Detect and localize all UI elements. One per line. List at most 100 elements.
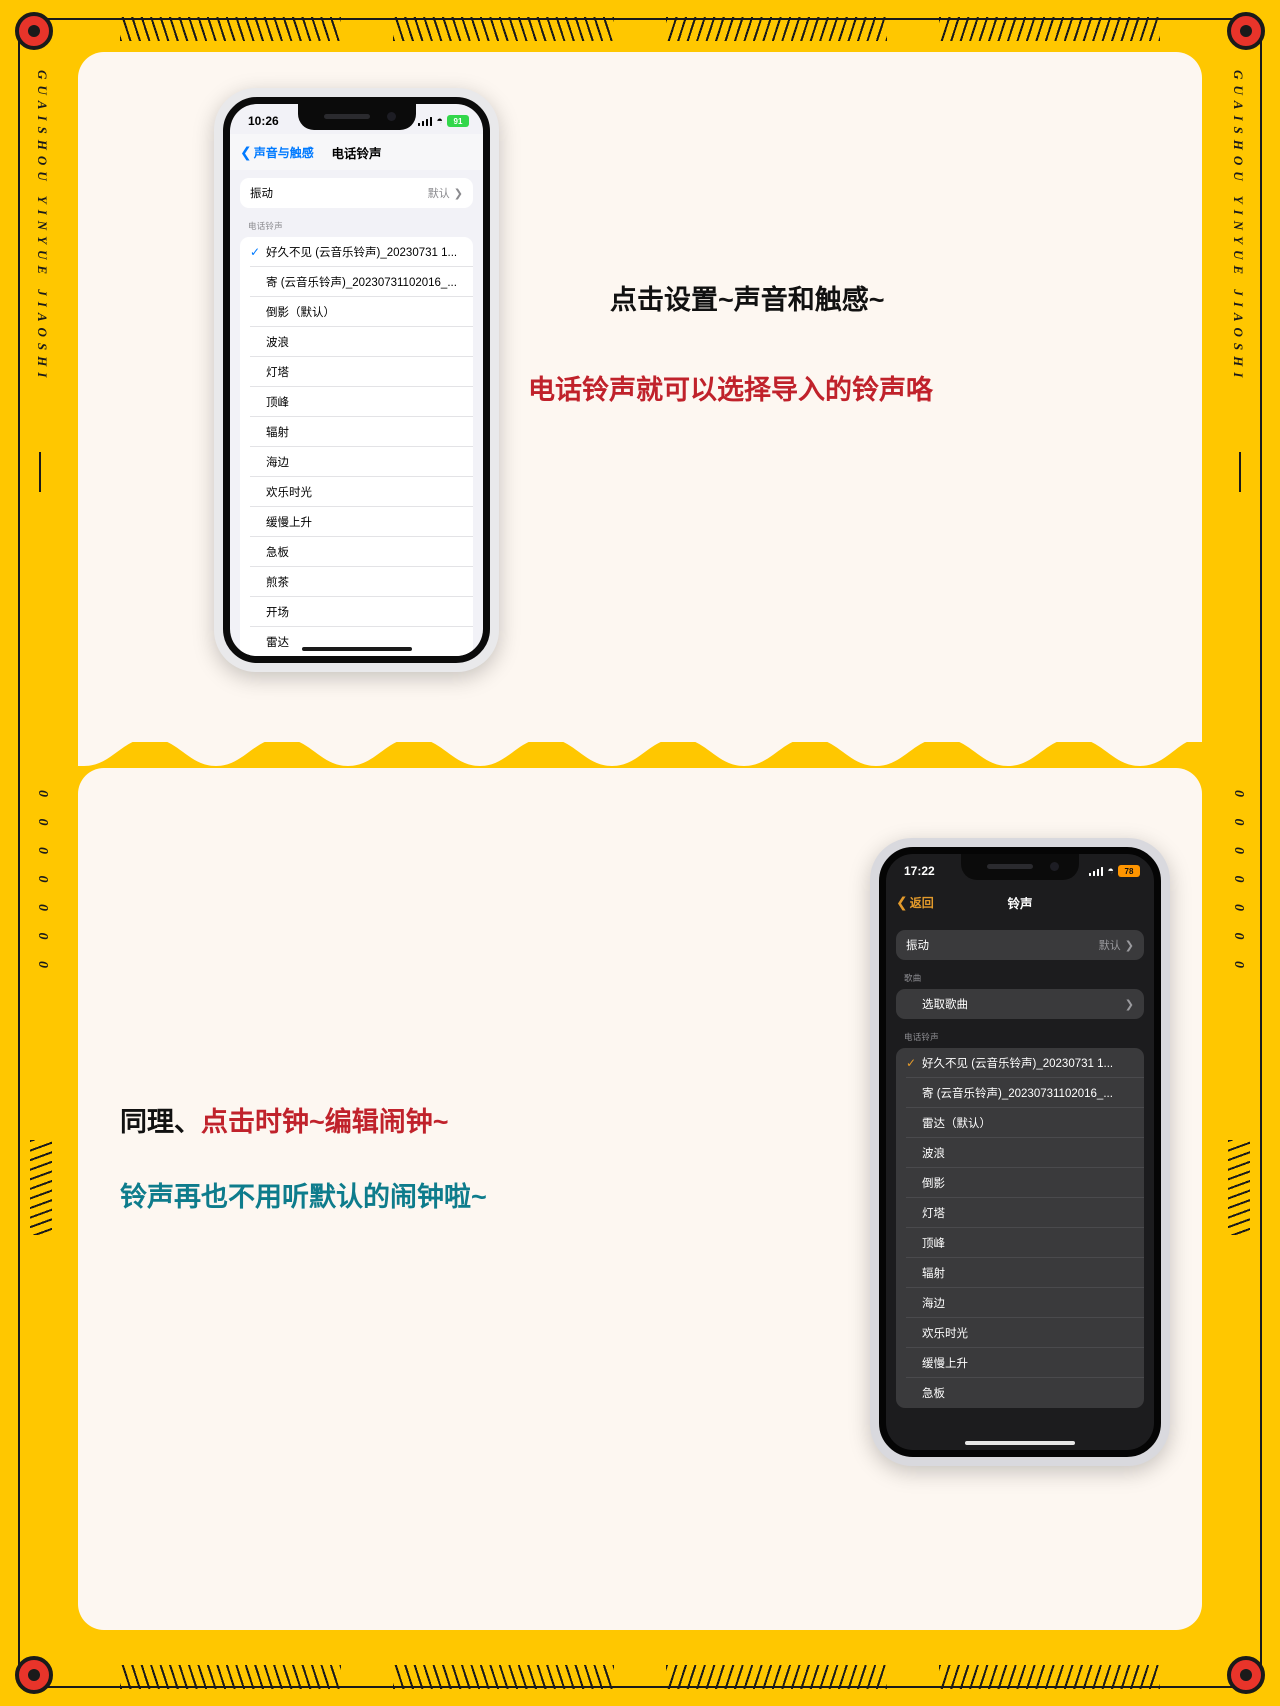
back-button-label: 返回 — [909, 895, 934, 910]
ringtone-row[interactable]: 急板 — [240, 537, 473, 567]
ringtone-name: 寄 (云音乐铃声)_20230731102016_... — [266, 277, 457, 289]
ringtone-row[interactable]: ✓ 好久不见 (云音乐铃声)_20230731 1... — [240, 237, 473, 267]
ringtone-row[interactable]: 辐射 — [896, 1258, 1144, 1288]
ringtone-name: 雷达（默认） — [922, 1118, 991, 1130]
phone-bezel: 17:22 ◓ 78 ❮ 返回 铃声 振动 默认 ❯ 歌曲 选取歌曲 ❯ 电话铃… — [879, 847, 1161, 1457]
vibration-label: 振动 — [250, 188, 273, 200]
ringtone-name: 好久不见 (云音乐铃声)_20230731 1... — [922, 1058, 1114, 1070]
ringtone-row[interactable]: 海边 — [240, 447, 473, 477]
vibration-group: 振动 默认 ❯ — [896, 930, 1144, 960]
ringtone-name: 缓慢上升 — [266, 517, 312, 529]
chevron-right-icon: ❯ — [1124, 939, 1134, 952]
ringtone-name: 灯塔 — [266, 367, 289, 379]
ringtone-row[interactable]: 海边 — [896, 1288, 1144, 1318]
ringtone-name: 倒影（默认） — [266, 307, 335, 319]
nav-bar: ❮ 声音与触感 电话铃声 — [230, 134, 483, 170]
ringtone-name: 寄 (云音乐铃声)_20230731102016_... — [922, 1088, 1113, 1100]
ringtone-row[interactable]: 灯塔 — [896, 1198, 1144, 1228]
ringtone-row[interactable]: ✓ 好久不见 (云音乐铃声)_20230731 1... — [896, 1048, 1144, 1078]
front-camera-icon — [1050, 862, 1059, 871]
side-zeros-right: 0 0 0 0 0 0 0 — [1231, 790, 1246, 977]
back-button[interactable]: ❮ 返回 — [896, 894, 934, 911]
back-button[interactable]: ❮ 声音与触感 — [240, 144, 314, 161]
corner-dot-bottom-right — [1227, 1656, 1265, 1694]
ringtone-name: 急板 — [266, 547, 289, 559]
phone-mockup-settings-ringtone: 10:26 ◓ 91 ❮ 声音与触感 电话铃声 振动 默认 ❯ 电话铃声 ✓ 好… — [214, 88, 499, 672]
ringtone-row[interactable]: 雷达 — [240, 627, 473, 656]
ringtone-name: 欢乐时光 — [266, 487, 312, 499]
chevron-left-icon: ❮ — [240, 144, 252, 160]
ringtone-name: 辐射 — [266, 427, 289, 439]
ringtone-name: 倒影 — [922, 1178, 945, 1190]
ringtone-name: 雷达 — [266, 637, 289, 649]
ringtone-name: 波浪 — [922, 1148, 945, 1160]
ringtone-name: 好久不见 (云音乐铃声)_20230731 1... — [266, 247, 458, 259]
side-hatch-left — [30, 1140, 52, 1235]
phone-mockup-alarm-ringtone: 17:22 ◓ 78 ❮ 返回 铃声 振动 默认 ❯ 歌曲 选取歌曲 ❯ 电话铃… — [870, 838, 1170, 1466]
notch — [297, 104, 416, 130]
ringtone-row[interactable]: 顶峰 — [896, 1228, 1144, 1258]
vibration-value: 默认 — [427, 188, 450, 200]
ringtone-name: 急板 — [922, 1388, 945, 1400]
song-picker-group: 选取歌曲 ❯ — [896, 989, 1144, 1019]
ringtone-row[interactable]: 倒影（默认） — [240, 297, 473, 327]
ringtone-row[interactable]: 顶峰 — [240, 387, 473, 417]
top-hatch-strip — [120, 16, 1160, 42]
ringtone-row[interactable]: 波浪 — [240, 327, 473, 357]
pick-song-row[interactable]: 选取歌曲 ❯ — [896, 989, 1144, 1019]
ringtone-row[interactable]: 倒影 — [896, 1168, 1144, 1198]
chevron-left-icon: ❮ — [896, 894, 908, 910]
ringtone-row[interactable]: 雷达（默认） — [896, 1108, 1144, 1138]
settings-list: 振动 默认 ❯ 歌曲 选取歌曲 ❯ 电话铃声 ✓ 好久不见 (云音乐铃声)_20… — [886, 930, 1154, 1408]
wavy-divider — [78, 732, 1202, 766]
cellular-bars-icon — [1088, 866, 1104, 876]
vibration-row[interactable]: 振动 默认 ❯ — [896, 930, 1144, 960]
side-brand-text-left: GUAISHOU YINYUE JIAOSHI — [35, 70, 50, 384]
caption-step-two: 同理、点击时钟~编辑闹钟~ — [120, 1100, 449, 1139]
ringtone-list: ✓ 好久不见 (云音乐铃声)_20230731 1... 寄 (云音乐铃声)_202… — [240, 237, 473, 656]
section-header-ringtones: 电话铃声 — [248, 221, 283, 231]
checkmark-icon: ✓ — [906, 1056, 917, 1070]
vibration-label: 振动 — [906, 940, 929, 952]
ringtone-row[interactable]: 煎茶 — [240, 567, 473, 597]
pick-song-label: 选取歌曲 — [922, 999, 968, 1011]
hatch-block — [120, 1665, 341, 1689]
ringtone-row[interactable]: 灯塔 — [240, 357, 473, 387]
chevron-right-icon: ❯ — [453, 187, 463, 200]
ringtone-row[interactable]: 缓慢上升 — [896, 1348, 1144, 1378]
wifi-icon: ◓ — [1107, 864, 1114, 877]
battery-badge: 91 — [447, 115, 469, 127]
ringtone-name: 煎茶 — [266, 577, 289, 589]
side-brand-text-right: GUAISHOU YINYUE JIAOSHI — [1231, 70, 1246, 384]
ringtone-name: 海边 — [266, 457, 289, 469]
vibration-row[interactable]: 振动 默认 ❯ — [240, 178, 473, 208]
checkmark-icon: ✓ — [250, 245, 261, 259]
ringtone-name: 海边 — [922, 1298, 945, 1310]
corner-dot-top-left — [15, 12, 53, 50]
status-indicators: ◓ 91 — [417, 114, 469, 127]
caption-step-two-highlight: 点击时钟~编辑闹钟~ — [201, 1107, 449, 1137]
nav-bar: ❮ 返回 铃声 — [886, 884, 1154, 920]
vibration-value: 默认 — [1098, 940, 1121, 952]
wifi-icon: ◓ — [436, 114, 443, 127]
corner-dot-top-right — [1227, 12, 1265, 50]
ringtone-row[interactable]: 寄 (云音乐铃声)_20230731102016_... — [896, 1078, 1144, 1108]
ringtone-row[interactable]: 开场 — [240, 597, 473, 627]
ringtone-row[interactable]: 欢乐时光 — [240, 477, 473, 507]
battery-badge: 78 — [1118, 865, 1140, 877]
status-time: 10:26 — [248, 114, 279, 128]
caption-step-one-detail: 电话铃声就可以选择导入的铃声咯 — [528, 375, 933, 405]
back-button-label: 声音与触感 — [253, 145, 314, 160]
ringtone-name: 灯塔 — [922, 1208, 945, 1220]
pick-song-chevron-wrap: ❯ — [1125, 998, 1134, 1011]
ringtone-row[interactable]: 欢乐时光 — [896, 1318, 1144, 1348]
ringtone-row[interactable]: 波浪 — [896, 1138, 1144, 1168]
ringtone-name: 缓慢上升 — [922, 1358, 968, 1370]
ringtone-row[interactable]: 寄 (云音乐铃声)_20230731102016_... — [240, 267, 473, 297]
cellular-bars-icon — [417, 116, 433, 126]
ringtone-row[interactable]: 缓慢上升 — [240, 507, 473, 537]
front-camera-icon — [386, 112, 396, 121]
ringtone-row[interactable]: 辐射 — [240, 417, 473, 447]
ringtone-row[interactable]: 急板 — [896, 1378, 1144, 1408]
vibration-group: 振动 默认 ❯ — [240, 178, 473, 208]
